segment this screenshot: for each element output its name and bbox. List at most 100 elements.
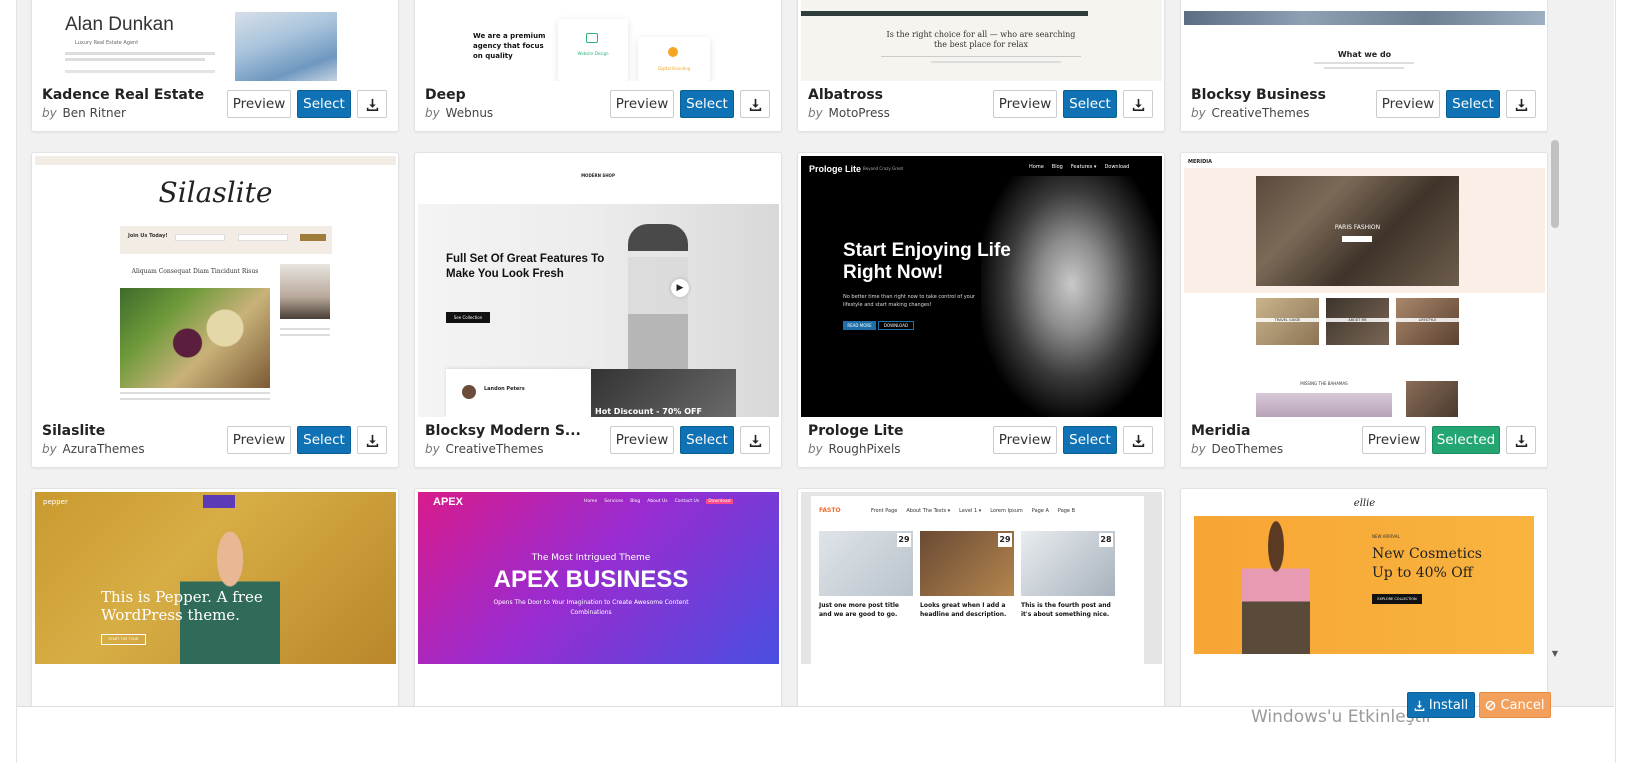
theme-author: by DeoThemes (1191, 442, 1284, 456)
theme-screenshot[interactable]: Alan Dunkan Luxury Real Estate Agent (35, 0, 396, 81)
theme-name: Prologe Lite (808, 423, 904, 439)
select-button[interactable]: Select (1063, 426, 1117, 454)
download-button[interactable] (1506, 426, 1536, 454)
thumb-brand: Prologe Lite (809, 164, 862, 174)
thumb-headline: Is the right choice for all — who are se… (886, 30, 1076, 49)
download-icon (1132, 434, 1144, 447)
theme-card-fasto: FASTO Front Page About The Tests ▾ Level 1… (797, 488, 1165, 706)
cancel-button[interactable]: Cancel (1479, 692, 1551, 718)
theme-card-pepper: pepper This is Pepper. A free WordPress … (31, 488, 399, 706)
theme-card-prologe-lite: Prologe Lite Beyond Crazy Great Home Blog… (797, 152, 1165, 468)
thumb-headline: We are a premium agency that focus on qu… (473, 32, 546, 60)
thumb-headline: APEX BUSINESS (493, 566, 689, 593)
download-button[interactable] (740, 426, 770, 454)
download-icon (749, 434, 761, 447)
theme-name: Kadence Real Estate (42, 87, 205, 103)
preview-button[interactable]: Preview (227, 426, 291, 454)
theme-screenshot[interactable]: MODERN SHOP ▶ Full Set Of Great Features… (418, 156, 779, 417)
theme-screenshot[interactable]: Silaslite Join Us Today! Aliquam Consequ… (35, 156, 396, 417)
theme-screenshot[interactable]: We are a premium agency that focus on qu… (418, 0, 779, 81)
model-photo (628, 224, 688, 374)
download-button[interactable] (740, 90, 770, 118)
theme-name: Albatross (808, 87, 883, 103)
theme-info: Kadence Real Estate by Ben Ritner Previe… (32, 79, 398, 131)
install-button[interactable]: Install (1407, 692, 1475, 718)
download-icon (749, 98, 761, 111)
theme-card-blocksy-modern-shop: MODERN SHOP ▶ Full Set Of Great Features… (414, 152, 782, 468)
preview-button[interactable]: Preview (227, 90, 291, 118)
theme-info: Blocksy Modern S... by CreativeThemes Pr… (415, 415, 781, 467)
thumb-cta: See Collection (446, 312, 490, 323)
hero-photo: PARIS FASHION (1256, 176, 1459, 286)
download-button[interactable] (357, 426, 387, 454)
scroll-down-arrow-icon[interactable]: ▼ (1551, 650, 1559, 658)
theme-screenshot[interactable]: Prologe Lite Beyond Crazy Great Home Blog… (801, 156, 1162, 417)
theme-card-blocksy-business: What we do Blocksy Business by CreativeT… (1180, 0, 1548, 132)
theme-card-silaslite: Silaslite Join Us Today! Aliquam Consequ… (31, 152, 399, 468)
theme-screenshot[interactable]: FASTO Front Page About The Tests ▾ Level 1… (801, 492, 1162, 664)
theme-screenshot[interactable]: Is the right choice for all — who are se… (801, 0, 1162, 81)
thumb-sub: Luxury Real Estate Agent (75, 40, 139, 46)
scrollbar-thumb[interactable] (1551, 140, 1559, 228)
theme-screenshot[interactable]: What we do (1184, 0, 1545, 81)
theme-card-ellie: ellie NEW ARRIVAL New Cosmetics Up to 40… (1180, 488, 1548, 706)
theme-screenshot[interactable]: ellie NEW ARRIVAL New Cosmetics Up to 40… (1184, 492, 1545, 664)
theme-name: Silaslite (42, 423, 106, 439)
selected-button[interactable]: Selected (1432, 426, 1500, 454)
thumb-brand: MODERN SHOP (581, 173, 615, 178)
cancel-label: Cancel (1500, 697, 1545, 713)
ban-icon (1486, 700, 1496, 710)
select-button[interactable]: Select (680, 90, 734, 118)
select-button[interactable]: Select (1446, 90, 1500, 118)
play-icon[interactable]: ▶ (671, 279, 689, 297)
windows-activation-watermark: Windows'u Etkinleştir (1251, 707, 1433, 727)
theme-name: Blocksy Business (1191, 87, 1326, 103)
theme-screenshot[interactable]: APEX Home Services Blog About Us Contact Us D… (418, 492, 779, 664)
theme-screenshot[interactable]: pepper This is Pepper. A free WordPress … (35, 492, 396, 664)
vertical-scrollbar[interactable]: ▼ (1548, 0, 1562, 665)
thumb-brand: MERIDIA (1188, 159, 1212, 165)
download-button[interactable] (357, 90, 387, 118)
download-icon (1132, 98, 1144, 111)
preview-button[interactable]: Preview (1362, 426, 1426, 454)
theme-card-albatross: Is the right choice for all — who are se… (797, 0, 1165, 132)
theme-author: by MotoPress (808, 106, 890, 120)
theme-name: Meridia (1191, 423, 1251, 439)
download-icon (1515, 98, 1527, 111)
theme-name: Deep (425, 87, 466, 103)
theme-author: by RoughPixels (808, 442, 901, 456)
theme-author: by CreativeThemes (425, 442, 544, 456)
thumb-brand: ellie (1353, 498, 1376, 509)
model-photo (1242, 516, 1310, 654)
theme-card-kadence-real-estate: Alan Dunkan Luxury Real Estate Agent Kad… (31, 0, 399, 132)
theme-card-deep: We are a premium agency that focus on qu… (414, 0, 782, 132)
thumb-headline: New Cosmetics Up to 40% Off (1372, 546, 1482, 581)
preview-button[interactable]: Preview (993, 426, 1057, 454)
preview-button[interactable]: Preview (610, 90, 674, 118)
preview-button[interactable]: Preview (993, 90, 1057, 118)
theme-screenshot[interactable]: MERIDIA PARIS FASHION TRAVEL GUIDE ABOUT… (1184, 156, 1545, 417)
thumb-headline: Start Enjoying Life Right Now! (843, 240, 1011, 283)
thumb-post-title: Aliquam Consequat Diam Tincidunt Risus (131, 268, 259, 275)
select-button[interactable]: Select (297, 90, 351, 118)
agent-photo (235, 12, 337, 81)
theme-card-apex-business: APEX Home Services Blog About Us Contact Us D… (414, 488, 782, 706)
download-button[interactable] (1506, 90, 1536, 118)
select-button[interactable]: Select (1063, 90, 1117, 118)
thumb-brand: FASTO (819, 507, 841, 514)
download-button[interactable] (1123, 90, 1153, 118)
select-button[interactable]: Select (680, 426, 734, 454)
vegetables-photo (120, 288, 270, 388)
thumb-headline: What we do (1337, 50, 1392, 59)
thumb-nav: Home Blog Features ▾ Download (1029, 164, 1130, 170)
theme-grid: Alan Dunkan Luxury Real Estate Agent Kad… (17, 0, 1614, 707)
thumb-headline: Full Set Of Great Features To Make You L… (446, 253, 605, 280)
preview-button[interactable]: Preview (610, 426, 674, 454)
preview-button[interactable]: Preview (1376, 90, 1440, 118)
theme-info: Albatross by MotoPress Preview Select (798, 79, 1164, 131)
download-button[interactable] (1123, 426, 1153, 454)
theme-author: by Webnus (425, 106, 494, 120)
thumb-brand: APEX (433, 496, 463, 508)
select-button[interactable]: Select (297, 426, 351, 454)
download-icon (366, 434, 378, 447)
